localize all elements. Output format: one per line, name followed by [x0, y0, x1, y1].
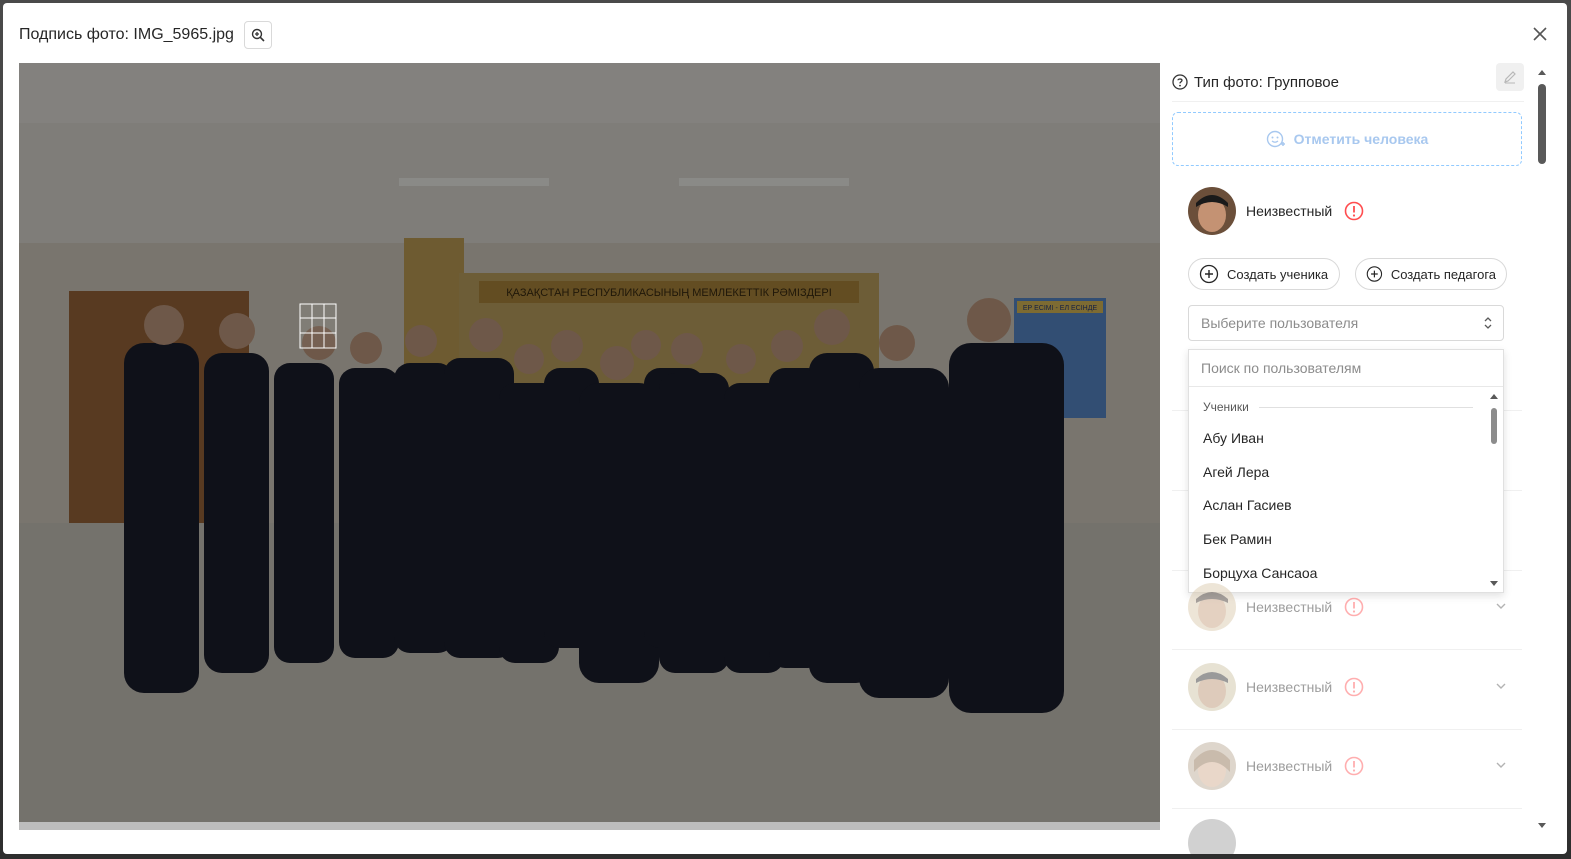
scroll-up-icon	[1538, 70, 1546, 75]
panel-scrollbar[interactable]	[1535, 68, 1549, 830]
create-teacher-label: Создать педагога	[1390, 266, 1496, 282]
avatar	[1188, 742, 1236, 790]
user-select-placeholder: Выберите пользователя	[1201, 315, 1359, 331]
chevron-down-icon[interactable]	[1494, 599, 1508, 613]
person-item[interactable]: Неизвестный	[1188, 742, 1524, 790]
user-dropdown: Поиск по пользователям Ученики Абу Иван …	[1188, 349, 1504, 593]
person-name: Неизвестный	[1246, 679, 1333, 695]
dropdown-scrollbar[interactable]	[1489, 392, 1499, 588]
dropdown-option[interactable]: Бек Рамин	[1203, 531, 1272, 547]
avatar	[1188, 187, 1236, 235]
divider	[1172, 729, 1522, 730]
panel-scroll-thumb[interactable]	[1538, 84, 1546, 164]
person-name: Неизвестный	[1246, 203, 1333, 219]
exclamation-circle-icon	[1344, 597, 1364, 617]
photo-bottom-bar	[19, 822, 1160, 830]
modal-title: Подпись фото: IMG_5965.jpg	[19, 26, 234, 43]
edit-icon	[1504, 71, 1516, 84]
plus-circle-icon	[1366, 266, 1383, 282]
create-student-button[interactable]: Создать ученика	[1188, 258, 1340, 290]
photo-caption-modal: Подпись фото: IMG_5965.jpg ҚАЗАҚСТАН РЕС…	[3, 3, 1567, 854]
person-name: Неизвестный	[1246, 599, 1333, 615]
select-arrows-icon	[1484, 317, 1492, 329]
photo-type-label: Тип фото: Групповое	[1194, 73, 1339, 91]
dropdown-group-header: Ученики	[1203, 400, 1473, 414]
group-photo[interactable]: ҚАЗАҚСТАН РЕСПУБЛИКАСЫНЫҢ МЕМЛЕКЕТТІК РӘ…	[19, 63, 1160, 830]
person-item[interactable]: Неизвестный	[1188, 583, 1524, 631]
divider	[1172, 649, 1522, 650]
zoom-in-icon	[251, 28, 265, 42]
avatar-partial	[1188, 819, 1236, 854]
divider	[1172, 808, 1522, 809]
photo-dim-overlay	[19, 63, 1160, 830]
dropdown-group-label: Ученики	[1203, 400, 1249, 414]
scroll-down-icon	[1538, 823, 1546, 828]
face-plus-icon	[1266, 130, 1285, 148]
avatar	[1188, 663, 1236, 711]
dropdown-scroll-thumb[interactable]	[1491, 408, 1497, 444]
user-select[interactable]: Выберите пользователя	[1188, 305, 1504, 341]
mark-person-label: Отметить человека	[1293, 131, 1429, 147]
create-teacher-button[interactable]: Создать педагога	[1355, 258, 1507, 290]
face-tag-box[interactable]	[299, 303, 337, 349]
exclamation-circle-icon	[1344, 201, 1364, 221]
close-button[interactable]	[1529, 23, 1551, 45]
edit-photo-type-button[interactable]	[1496, 63, 1524, 91]
dropdown-option[interactable]: Аслан Гасиев	[1203, 497, 1292, 513]
exclamation-circle-icon	[1344, 677, 1364, 697]
question-circle-icon	[1172, 74, 1188, 90]
user-search-input[interactable]: Поиск по пользователям	[1189, 350, 1503, 387]
photo-type-row: Тип фото: Групповое	[1172, 63, 1524, 102]
dropdown-option[interactable]: Агей Лера	[1203, 464, 1269, 480]
exclamation-circle-icon	[1344, 756, 1364, 776]
modal-header: Подпись фото: IMG_5965.jpg	[19, 21, 272, 49]
chevron-down-icon[interactable]	[1494, 758, 1508, 772]
person-item[interactable]: Неизвестный	[1188, 663, 1524, 711]
user-search-placeholder: Поиск по пользователям	[1201, 360, 1362, 376]
plus-circle-icon	[1199, 264, 1219, 284]
person-name: Неизвестный	[1246, 758, 1333, 774]
group-divider	[1258, 406, 1473, 408]
dropdown-option[interactable]: Борцуха Сансаоа	[1203, 565, 1317, 581]
person-item-active[interactable]: Неизвестный	[1188, 187, 1524, 235]
zoom-button[interactable]	[243, 21, 272, 49]
avatar	[1188, 583, 1236, 631]
scroll-up-icon	[1490, 394, 1498, 399]
dropdown-option[interactable]: Абу Иван	[1203, 430, 1264, 446]
close-icon	[1533, 27, 1547, 41]
mark-person-button[interactable]: Отметить человека	[1172, 112, 1522, 166]
create-student-label: Создать ученика	[1227, 266, 1329, 282]
chevron-down-icon[interactable]	[1494, 679, 1508, 693]
tagging-panel: Тип фото: Групповое Отметить человека Не…	[1172, 63, 1524, 854]
